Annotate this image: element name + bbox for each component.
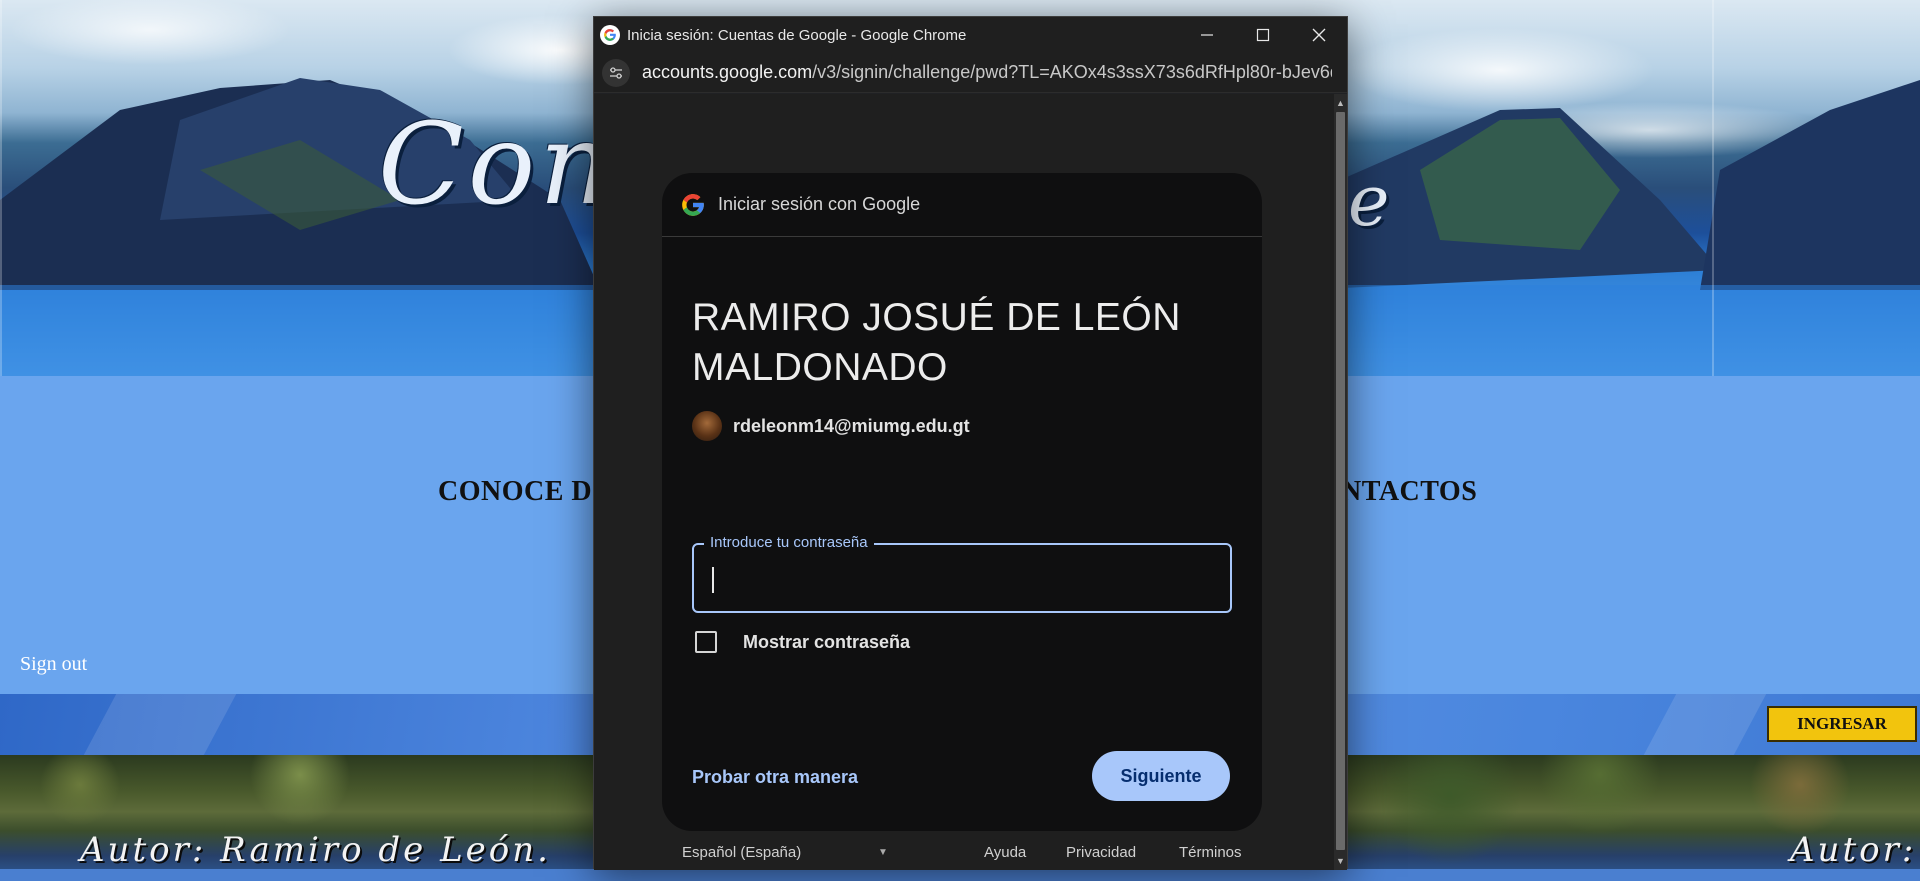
url-host: accounts.google.com: [642, 62, 813, 82]
next-button[interactable]: Siguiente: [1092, 751, 1230, 801]
signin-card-header: Iniciar sesión con Google: [662, 173, 1262, 237]
chevron-down-icon: ▼: [878, 847, 888, 858]
address-bar[interactable]: accounts.google.com/v3/signin/challenge/…: [594, 53, 1347, 93]
maximize-button[interactable]: [1235, 17, 1291, 53]
signin-card: Iniciar sesión con Google RAMIRO JOSUÉ D…: [662, 173, 1262, 831]
user-full-name: RAMIRO JOSUÉ DE LEÓN MALDONADO: [692, 296, 1181, 389]
text-caret: [712, 567, 714, 593]
page-viewport: Iniciar sesión con Google RAMIRO JOSUÉ D…: [594, 94, 1334, 870]
sign-out-link[interactable]: Sign out: [20, 653, 87, 676]
show-password-checkbox[interactable]: [695, 631, 717, 653]
password-label: Introduce tu contraseña: [704, 534, 874, 551]
avatar: [692, 411, 722, 441]
try-another-way-link[interactable]: Probar otra manera: [692, 767, 858, 788]
close-window-button[interactable]: [1291, 17, 1347, 53]
chrome-popup-window: Inicia sesión: Cuentas de Google - Googl…: [593, 16, 1348, 870]
bottom-strip: [0, 869, 1920, 881]
site-logo: Con: [378, 100, 616, 230]
show-password-toggle[interactable]: Mostrar contraseña: [692, 631, 910, 653]
author-credit: Autor: Ramiro de León.: [80, 830, 551, 870]
tune-icon: [610, 66, 622, 79]
signin-header-text: Iniciar sesión con Google: [718, 194, 921, 214]
help-link[interactable]: Ayuda: [984, 844, 1026, 861]
scroll-thumb[interactable]: [1336, 112, 1345, 850]
scrollbar[interactable]: ▲ ▼: [1334, 94, 1347, 870]
url-path: /v3/signin/challenge/pwd?TL=AKOx4s3ssX73…: [812, 62, 1332, 82]
google-favicon-icon: [600, 25, 620, 45]
show-password-label: Mostrar contraseña: [743, 631, 911, 652]
account-email: rdeleonm14@miumg.edu.gt: [733, 415, 970, 436]
nav-link-contactos[interactable]: NTACTOS: [1341, 476, 1477, 508]
google-logo-icon: [682, 193, 704, 216]
hero-divider: [0, 0, 2, 376]
ingresar-button[interactable]: INGRESAR: [1767, 706, 1917, 742]
site-info-button[interactable]: [602, 58, 630, 87]
close-icon: [1312, 28, 1326, 42]
language-selector[interactable]: Español (España): [682, 844, 801, 861]
terms-link[interactable]: Términos: [1179, 844, 1242, 861]
maximize-icon: [1256, 28, 1270, 42]
window-title: Inicia sesión: Cuentas de Google - Googl…: [627, 26, 967, 44]
scroll-down-icon[interactable]: ▼: [1336, 856, 1345, 866]
scroll-up-icon[interactable]: ▲: [1336, 98, 1345, 108]
minimize-button[interactable]: [1179, 17, 1235, 53]
hero-divider: [1712, 0, 1714, 376]
minimize-icon: [1201, 34, 1213, 36]
account-chip[interactable]: rdeleonm14@miumg.edu.gt: [692, 411, 970, 441]
privacy-link[interactable]: Privacidad: [1066, 844, 1136, 861]
signin-footer: Español (España) ▼ Ayuda Privacidad Térm…: [594, 844, 1334, 870]
author-credit-right: Autor:: [1790, 830, 1917, 870]
password-field[interactable]: Introduce tu contraseña: [692, 534, 1232, 613]
window-titlebar[interactable]: Inicia sesión: Cuentas de Google - Googl…: [594, 17, 1347, 53]
url-text[interactable]: accounts.google.com/v3/signin/challenge/…: [642, 62, 1332, 83]
site-logo-tail: e: [1348, 160, 1390, 242]
nav-link-conoce[interactable]: CONOCE D: [438, 476, 592, 508]
